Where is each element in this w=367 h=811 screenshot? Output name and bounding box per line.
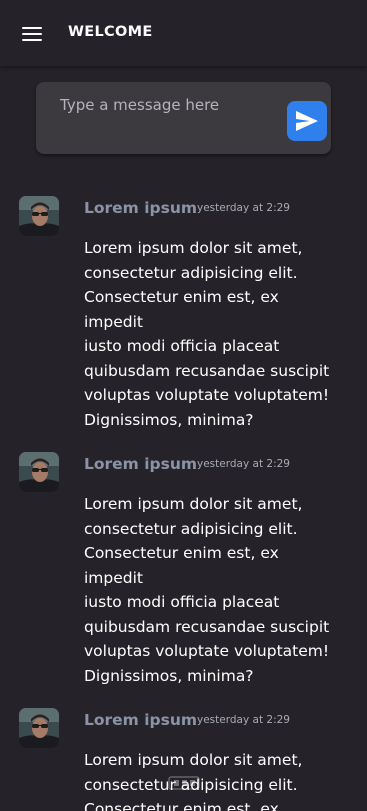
message-author: Lorem ipsum	[84, 455, 198, 473]
send-button[interactable]	[287, 101, 327, 141]
message-line: quibusdam recusandae suscipit	[84, 361, 330, 380]
message-line: voluptas voluptate voluptatem!	[84, 642, 330, 660]
message-line: Consectetur enim est, ex impedit	[84, 544, 279, 587]
menu-line	[22, 27, 42, 29]
message-body: Lorem ipsum dolor sit amet, consectetur …	[84, 236, 342, 432]
message-line: Dignissimos, minima?	[84, 410, 254, 429]
message-composer: Type a message here	[36, 82, 331, 154]
paper-plane-icon	[296, 111, 318, 131]
message-line: Lorem ipsum dolor sit amet,	[84, 239, 303, 257]
avatar[interactable]	[19, 452, 59, 492]
page-title: WELCOME	[68, 24, 153, 40]
menu-line	[22, 39, 42, 41]
message-timestamp: yesterday at 2:29	[197, 714, 290, 726]
message-line: Consectetur enim est, ex impedit	[84, 800, 279, 811]
message-line: iusto modi officia placeat	[84, 593, 280, 611]
message-line: consectetur adipisicing elit.	[84, 775, 298, 794]
message-line: voluptas voluptate voluptatem!	[84, 386, 330, 404]
chat-app: Lorem ipsum yesterday at 2:29 Lorem ipsu…	[0, 0, 367, 811]
avatar[interactable]	[19, 196, 59, 236]
message-line: Lorem ipsum dolor sit amet,	[84, 751, 303, 769]
message-timestamp: yesterday at 2:29	[197, 202, 290, 214]
watermark-icon	[166, 773, 202, 793]
message-author: Lorem ipsum	[84, 711, 198, 729]
message-line: consectetur adipisicing elit.	[84, 263, 298, 282]
hamburger-menu-icon[interactable]	[22, 27, 42, 41]
message-line: consectetur adipisicing elit.	[84, 519, 298, 538]
message-input[interactable]: Type a message here	[36, 82, 276, 142]
message-line: quibusdam recusandae suscipit	[84, 617, 330, 636]
message-author: Lorem ipsum	[84, 199, 198, 217]
message-body: Lorem ipsum dolor sit amet, consectetur …	[84, 492, 342, 688]
message-line: Consectetur enim est, ex impedit	[84, 288, 279, 331]
menu-line	[22, 33, 42, 35]
message-line: iusto modi officia placeat	[84, 337, 280, 355]
message-line: Lorem ipsum dolor sit amet,	[84, 495, 303, 513]
message-timestamp: yesterday at 2:29	[197, 458, 290, 470]
message-line: Dignissimos, minima?	[84, 666, 254, 685]
avatar[interactable]	[19, 708, 59, 748]
top-bar: WELCOME	[0, 0, 367, 66]
message-body: Lorem ipsum dolor sit amet, consectetur …	[84, 748, 342, 811]
